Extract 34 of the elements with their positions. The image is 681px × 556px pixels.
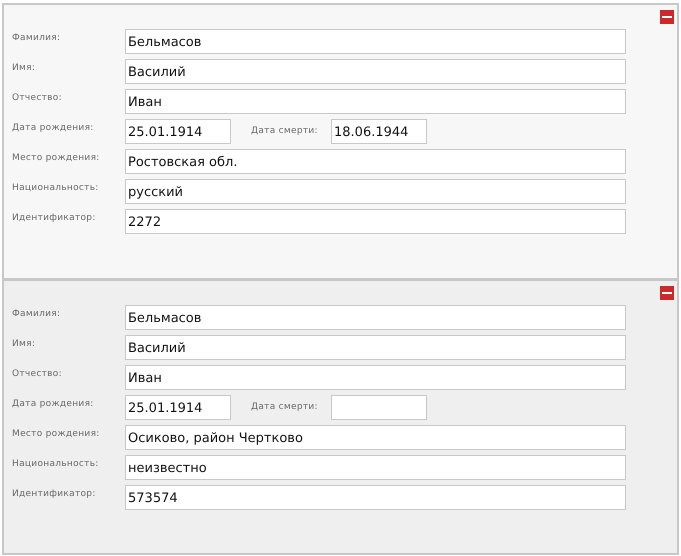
field-label: Дата смерти: [251, 126, 319, 136]
field-label: Отчество: [12, 92, 63, 103]
input-field[interactable]: Бельмасов [125, 304, 626, 330]
remove-icon[interactable] [660, 286, 674, 300]
input-field[interactable]: 2272 [125, 208, 626, 234]
field-label: Национальность: [12, 458, 100, 469]
field-label: Место рождения: [12, 152, 101, 163]
input-field[interactable]: неизвестно [125, 454, 626, 480]
input-field[interactable] [331, 394, 427, 420]
field-label: Дата рождения: [12, 398, 95, 409]
remove-icon[interactable] [660, 10, 674, 24]
field-label: Фамилия: [12, 32, 62, 43]
input-field[interactable]: 573574 [125, 484, 626, 510]
input-field[interactable]: русский [125, 178, 626, 204]
field-label: Идентификатор: [12, 212, 97, 223]
input-field[interactable]: 25.01.1914 [125, 394, 231, 420]
field-label: Национальность: [12, 182, 100, 193]
input-field[interactable]: Василий [125, 334, 626, 360]
field-label: Дата рождения: [12, 122, 95, 133]
input-field[interactable]: Иван [125, 88, 626, 114]
input-field[interactable]: Ростовская обл. [125, 148, 626, 174]
field-label: Имя: [12, 62, 36, 73]
field-label: Фамилия: [12, 308, 62, 319]
field-label: Имя: [12, 338, 36, 349]
input-field[interactable]: Осиково, район Чертково [125, 424, 626, 450]
input-field[interactable]: Иван [125, 364, 626, 390]
input-field[interactable]: 25.01.1914 [125, 118, 231, 144]
field-label: Дата смерти: [251, 402, 319, 412]
input-field[interactable]: Василий [125, 58, 626, 84]
input-field[interactable]: 18.06.1944 [331, 118, 427, 144]
input-field[interactable]: Бельмасов [125, 28, 626, 54]
field-label: Место рождения: [12, 428, 101, 439]
field-label: Идентификатор: [12, 488, 97, 499]
field-label: Отчество: [12, 368, 63, 379]
